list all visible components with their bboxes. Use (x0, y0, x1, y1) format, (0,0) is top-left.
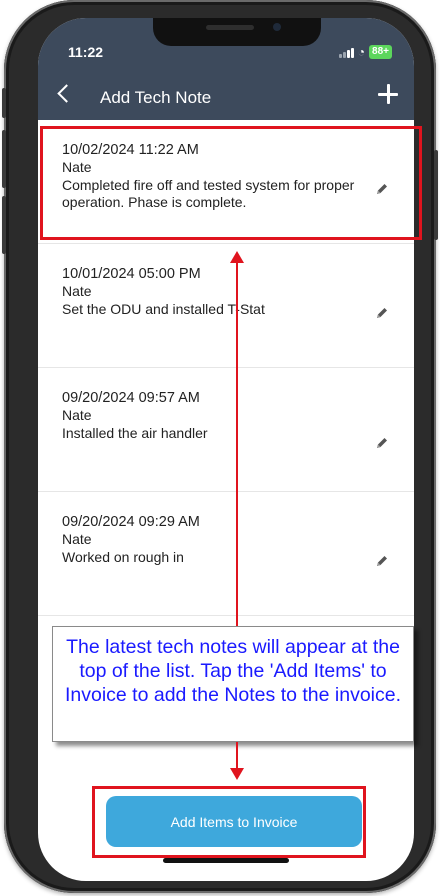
status-time: 11:22 (68, 44, 104, 60)
add-button-highlight (92, 786, 366, 858)
volume-up-button (2, 130, 6, 188)
note-list-item[interactable]: 10/01/2024 05:00 PM Nate Set the ODU and… (38, 244, 414, 368)
edit-pencil-icon[interactable] (375, 306, 389, 320)
annotation-callout: The latest tech notes will appear at the… (52, 626, 414, 742)
note-author: Nate (62, 531, 92, 547)
page-title: Add Tech Note (100, 88, 212, 107)
note-list-item[interactable]: 09/20/2024 09:57 AM Nate Installed the a… (38, 368, 414, 492)
app-header: 11:22 ◔ 88+ Add Tech Note (38, 18, 414, 120)
mute-switch (2, 88, 6, 118)
home-indicator (163, 858, 289, 863)
notch (153, 18, 321, 46)
edit-pencil-icon[interactable] (375, 554, 389, 568)
add-note-plus-icon[interactable] (376, 82, 400, 106)
signal-icon (338, 47, 354, 58)
note-datetime: 09/20/2024 09:29 AM (62, 514, 200, 530)
front-camera (273, 23, 281, 31)
battery-indicator: 88+ (369, 45, 392, 59)
back-chevron-icon[interactable] (57, 84, 76, 103)
note-datetime: 09/20/2024 09:57 AM (62, 390, 200, 406)
note-author: Nate (62, 407, 92, 423)
note-author: Nate (62, 283, 92, 299)
note-datetime: 10/01/2024 05:00 PM (62, 266, 201, 282)
arrow-line-up (236, 262, 238, 626)
edit-pencil-icon[interactable] (375, 436, 389, 450)
speaker (206, 25, 254, 30)
arrow-line-down (236, 742, 238, 770)
note-text: Set the ODU and installed T-Stat (62, 301, 265, 317)
volume-down-button (2, 196, 6, 254)
note-list-item[interactable]: 09/20/2024 09:29 AM Nate Worked on rough… (38, 492, 414, 616)
latest-note-highlight (40, 126, 422, 240)
note-text: Worked on rough in (62, 549, 184, 565)
status-icons: ◔ 88+ (338, 45, 392, 59)
note-text: Installed the air handler (62, 425, 208, 441)
power-button (434, 150, 438, 240)
wifi-icon: ◔ (357, 45, 366, 59)
arrow-down-head (230, 768, 244, 780)
